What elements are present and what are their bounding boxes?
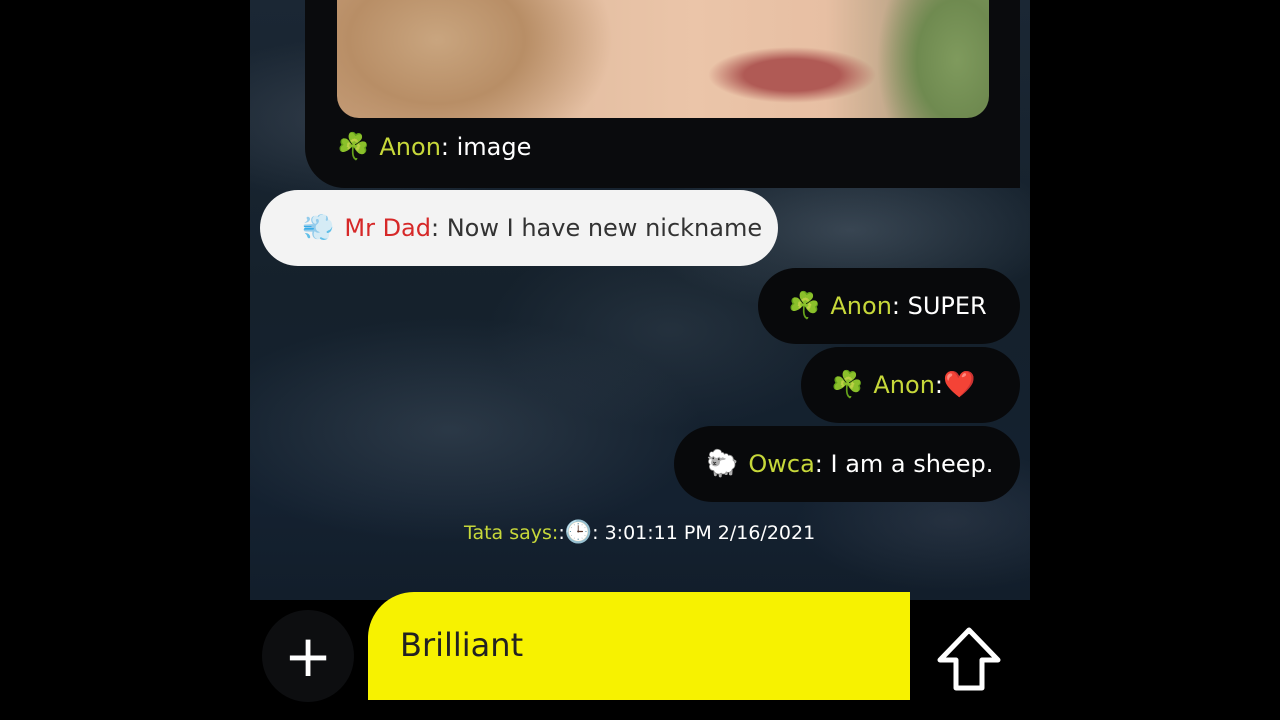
arrow-up-outline-icon — [937, 627, 1001, 691]
status-label: Tata says: — [464, 521, 559, 544]
sender-name: Anon — [830, 292, 892, 320]
clock-icon: 🕒 — [564, 520, 593, 545]
message-bubble-anon-super[interactable]: ☘️ Anon : SUPER — [758, 268, 1020, 344]
shared-photo[interactable] — [337, 0, 989, 118]
sender-name: Anon — [379, 133, 441, 161]
message-bubble-owca[interactable]: 🐑 Owca : I am a sheep. — [674, 426, 1020, 502]
photo-caption: ☘️ Anon : image — [337, 132, 531, 162]
heart-icon: ❤️ — [943, 370, 976, 400]
message-text: : SUPER — [891, 292, 987, 320]
shamrock-icon: ☘️ — [831, 370, 864, 400]
shamrock-icon: ☘️ — [788, 291, 821, 321]
shamrock-icon: ☘️ — [337, 132, 370, 162]
plus-icon: + — [283, 622, 333, 690]
message-bubble-mr-dad[interactable]: 💨 Mr Dad : Now I have new nickname — [260, 190, 778, 266]
message-input-value: Brilliant — [400, 626, 524, 664]
send-button[interactable] — [934, 626, 1004, 692]
add-attachment-button[interactable]: + — [262, 610, 354, 702]
message-text: : image — [440, 133, 532, 161]
chat-screen: ☘️ Anon : image 💨 Mr Dad : Now I have ne… — [250, 0, 1030, 720]
sheep-icon: 🐑 — [706, 449, 739, 479]
typing-status: Tata says: : 🕒 : 3:01:11 PM 2/16/2021 — [464, 520, 815, 545]
dash-icon: 💨 — [302, 213, 335, 243]
message-text: : I am a sheep. — [814, 450, 994, 478]
status-timestamp: : 3:01:11 PM 2/16/2021 — [592, 521, 816, 544]
sender-name: Anon — [873, 371, 935, 399]
sender-name: Owca — [748, 450, 815, 478]
photo-message[interactable]: ☘️ Anon : image — [305, 0, 1020, 188]
message-text: : — [934, 371, 943, 399]
message-input[interactable]: Brilliant — [368, 592, 910, 700]
sender-name: Mr Dad — [344, 214, 431, 242]
message-text: : Now I have new nickname — [431, 214, 763, 242]
message-bubble-anon-heart[interactable]: ☘️ Anon : ❤️ — [801, 347, 1020, 423]
